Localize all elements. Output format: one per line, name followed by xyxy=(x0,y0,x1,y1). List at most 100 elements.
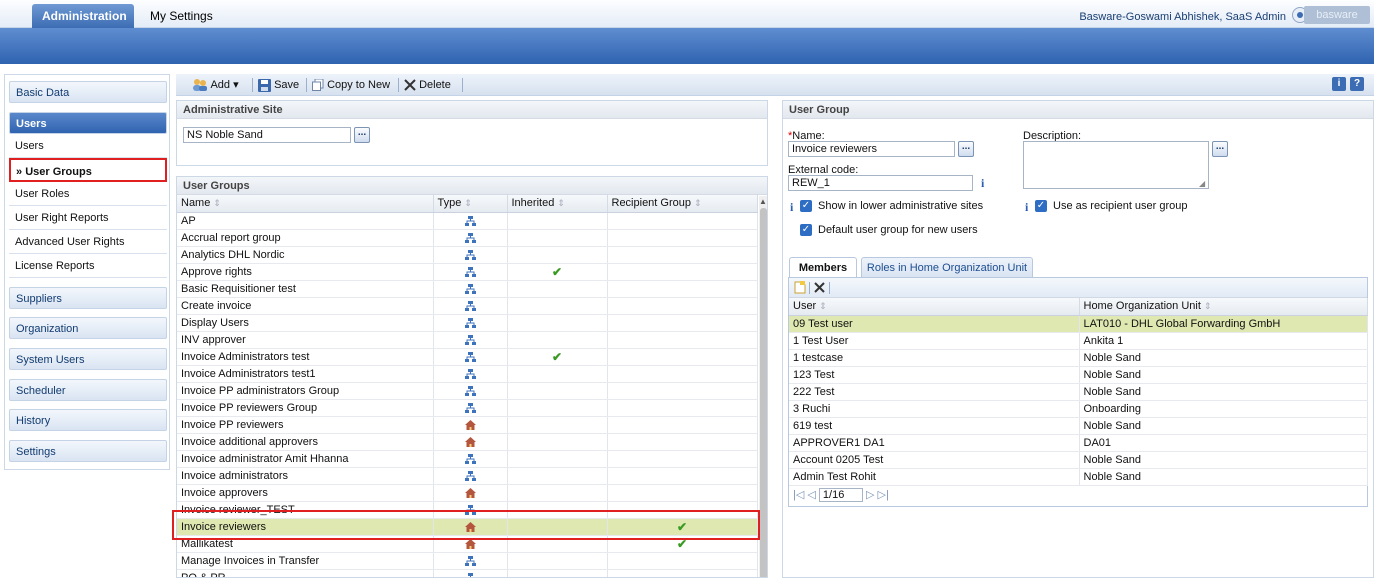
sidebar-item-license-reports[interactable]: License Reports xyxy=(9,254,167,278)
name-field[interactable]: Invoice reviewers xyxy=(788,141,955,157)
table-row[interactable]: 619 testNoble Sand xyxy=(789,417,1367,434)
show-lower-info-icon[interactable]: i xyxy=(790,200,793,215)
group-type-cell xyxy=(433,467,507,484)
column-header-inherited[interactable]: Inherited ⇕ xyxy=(507,195,607,212)
resize-handle-icon[interactable]: ◢ xyxy=(1199,179,1205,188)
column-header-user[interactable]: User ⇕ xyxy=(789,298,1079,315)
table-row[interactable]: Basic Requisitioner test xyxy=(177,280,757,297)
group-type-cell xyxy=(433,348,507,365)
sidebar-item-user-groups[interactable]: » User Groups xyxy=(9,158,167,182)
sidebar-item-users[interactable]: Users xyxy=(9,134,167,158)
table-row[interactable]: 1 testcaseNoble Sand xyxy=(789,349,1367,366)
table-row[interactable]: Invoice Administrators test✔ xyxy=(177,348,757,365)
table-row[interactable]: Invoice PP reviewers Group xyxy=(177,399,757,416)
scrollbar[interactable] xyxy=(759,196,768,578)
table-row[interactable]: Account 0205 TestNoble Sand xyxy=(789,451,1367,468)
tab-members[interactable]: Members xyxy=(789,257,857,277)
table-row[interactable]: Invoice administrators xyxy=(177,467,757,484)
table-row[interactable]: AP xyxy=(177,212,757,229)
new-member-icon[interactable] xyxy=(794,281,806,294)
sidebar-item-user-right-reports[interactable]: User Right Reports xyxy=(9,206,167,230)
prev-page-icon[interactable]: ◁ xyxy=(807,489,815,501)
show-lower-checkbox[interactable]: ✓ xyxy=(800,200,812,212)
table-row[interactable]: Invoice Administrators test1 xyxy=(177,365,757,382)
sidebar-section-scheduler[interactable]: Scheduler xyxy=(9,379,167,401)
table-row[interactable]: Display Users xyxy=(177,314,757,331)
table-row[interactable]: 3 RuchiOnboarding xyxy=(789,400,1367,417)
table-row[interactable]: Approve rights✔ xyxy=(177,263,757,280)
table-row[interactable]: Invoice approvers xyxy=(177,484,757,501)
sort-icon: ⇕ xyxy=(557,198,565,208)
table-row[interactable]: 09 Test userLAT010 - DHL Global Forwardi… xyxy=(789,315,1367,332)
sidebar-section-system-users[interactable]: System Users xyxy=(9,348,167,370)
header-band xyxy=(0,28,1374,64)
table-row[interactable]: Invoice additional approvers xyxy=(177,433,757,450)
use-recipient-info-icon[interactable]: i xyxy=(1025,200,1028,215)
description-field[interactable] xyxy=(1023,141,1209,189)
inherited-cell: ✔ xyxy=(507,348,607,365)
sidebar-section-history[interactable]: History xyxy=(9,409,167,431)
pager: |◁ ◁ 1/16 ▷ ▷| xyxy=(793,488,889,504)
default-group-label: Default user group for new users xyxy=(818,224,978,236)
table-row[interactable]: Invoice PP administrators Group xyxy=(177,382,757,399)
tab-roles-in-home-organization-unit[interactable]: Roles in Home Organization Unit xyxy=(861,257,1033,277)
panel-title: User Group xyxy=(783,101,1373,119)
use-recipient-checkbox[interactable]: ✓ xyxy=(1035,200,1047,212)
table-row[interactable]: 222 TestNoble Sand xyxy=(789,383,1367,400)
tab-administration[interactable]: Administration xyxy=(32,4,134,28)
help-icon[interactable]: ? xyxy=(1350,77,1364,91)
delete-button[interactable]: Delete xyxy=(404,77,451,93)
table-row[interactable]: 123 TestNoble Sand xyxy=(789,366,1367,383)
column-header-recipient-group[interactable]: Recipient Group ⇕ xyxy=(607,195,757,212)
external-code-field[interactable]: REW_1 xyxy=(788,175,973,191)
info-icon[interactable]: i xyxy=(1332,77,1346,91)
network-icon xyxy=(465,232,476,244)
group-name-cell: Display Users xyxy=(177,314,433,331)
table-row[interactable]: Create invoice xyxy=(177,297,757,314)
copy-to-new-button[interactable]: Copy to New xyxy=(312,77,390,93)
sidebar-item-advanced-user-rights[interactable]: Advanced User Rights xyxy=(9,230,167,254)
first-page-icon[interactable]: |◁ xyxy=(793,489,804,501)
page-input[interactable]: 1/16 xyxy=(819,488,863,502)
table-row[interactable]: APPROVER1 DA1DA01 xyxy=(789,434,1367,451)
description-translate-button[interactable]: ... xyxy=(1212,141,1228,157)
last-page-icon[interactable]: ▷| xyxy=(878,489,889,501)
scroll-up-icon[interactable]: ▲ xyxy=(759,197,767,206)
group-type-cell xyxy=(433,569,507,578)
table-row[interactable]: Analytics DHL Nordic xyxy=(177,246,757,263)
sidebar-section-basic-data[interactable]: Basic Data xyxy=(9,81,167,103)
default-group-checkbox[interactable]: ✓ xyxy=(800,224,812,236)
user-info[interactable]: Basware-Goswami Abhishek, SaaS Admin xyxy=(1079,11,1286,23)
table-row[interactable]: Admin Test RohitNoble Sand xyxy=(789,468,1367,485)
sidebar-section-organization[interactable]: Organization xyxy=(9,317,167,339)
table-row[interactable]: Manage Invoices in Transfer xyxy=(177,552,757,569)
table-row[interactable]: Invoice PP reviewers xyxy=(177,416,757,433)
column-header-name[interactable]: Name ⇕ xyxy=(177,195,433,212)
next-page-icon[interactable]: ▷ xyxy=(866,489,874,501)
save-button[interactable]: Save xyxy=(258,77,299,93)
column-header-type[interactable]: Type ⇕ xyxy=(433,195,507,212)
administrative-site-field[interactable]: NS Noble Sand xyxy=(183,127,351,143)
sidebar-section-suppliers[interactable]: Suppliers xyxy=(9,287,167,309)
tab-my-settings[interactable]: My Settings xyxy=(140,4,223,28)
column-header-home-organization-unit[interactable]: Home Organization Unit ⇕ xyxy=(1079,298,1367,315)
table-row[interactable]: Accrual report group xyxy=(177,229,757,246)
table-row[interactable]: INV approver xyxy=(177,331,757,348)
browse-site-button[interactable]: ... xyxy=(354,127,370,143)
table-row[interactable]: 1 Test UserAnkita 1 xyxy=(789,332,1367,349)
external-code-info-icon[interactable]: i xyxy=(981,176,984,191)
table-row[interactable]: Invoice administrator Amit Hhanna xyxy=(177,450,757,467)
table-row[interactable]: PO & PR xyxy=(177,569,757,578)
group-name-cell: Manage Invoices in Transfer xyxy=(177,552,433,569)
member-unit-cell: Noble Sand xyxy=(1079,366,1367,383)
inherited-cell xyxy=(507,314,607,331)
sidebar-section-users[interactable]: Users xyxy=(9,112,167,134)
remove-member-icon[interactable] xyxy=(814,282,825,293)
sidebar-item-user-roles[interactable]: User Roles xyxy=(9,182,167,206)
name-translate-button[interactable]: ... xyxy=(958,141,974,157)
group-name-cell: Basic Requisitioner test xyxy=(177,280,433,297)
administrative-site-panel: Administrative Site NS Noble Sand ... xyxy=(176,100,768,166)
add-button[interactable]: Add ▾ xyxy=(192,77,239,93)
sidebar-section-settings[interactable]: Settings xyxy=(9,440,167,462)
scrollbar-thumb[interactable] xyxy=(760,208,767,578)
